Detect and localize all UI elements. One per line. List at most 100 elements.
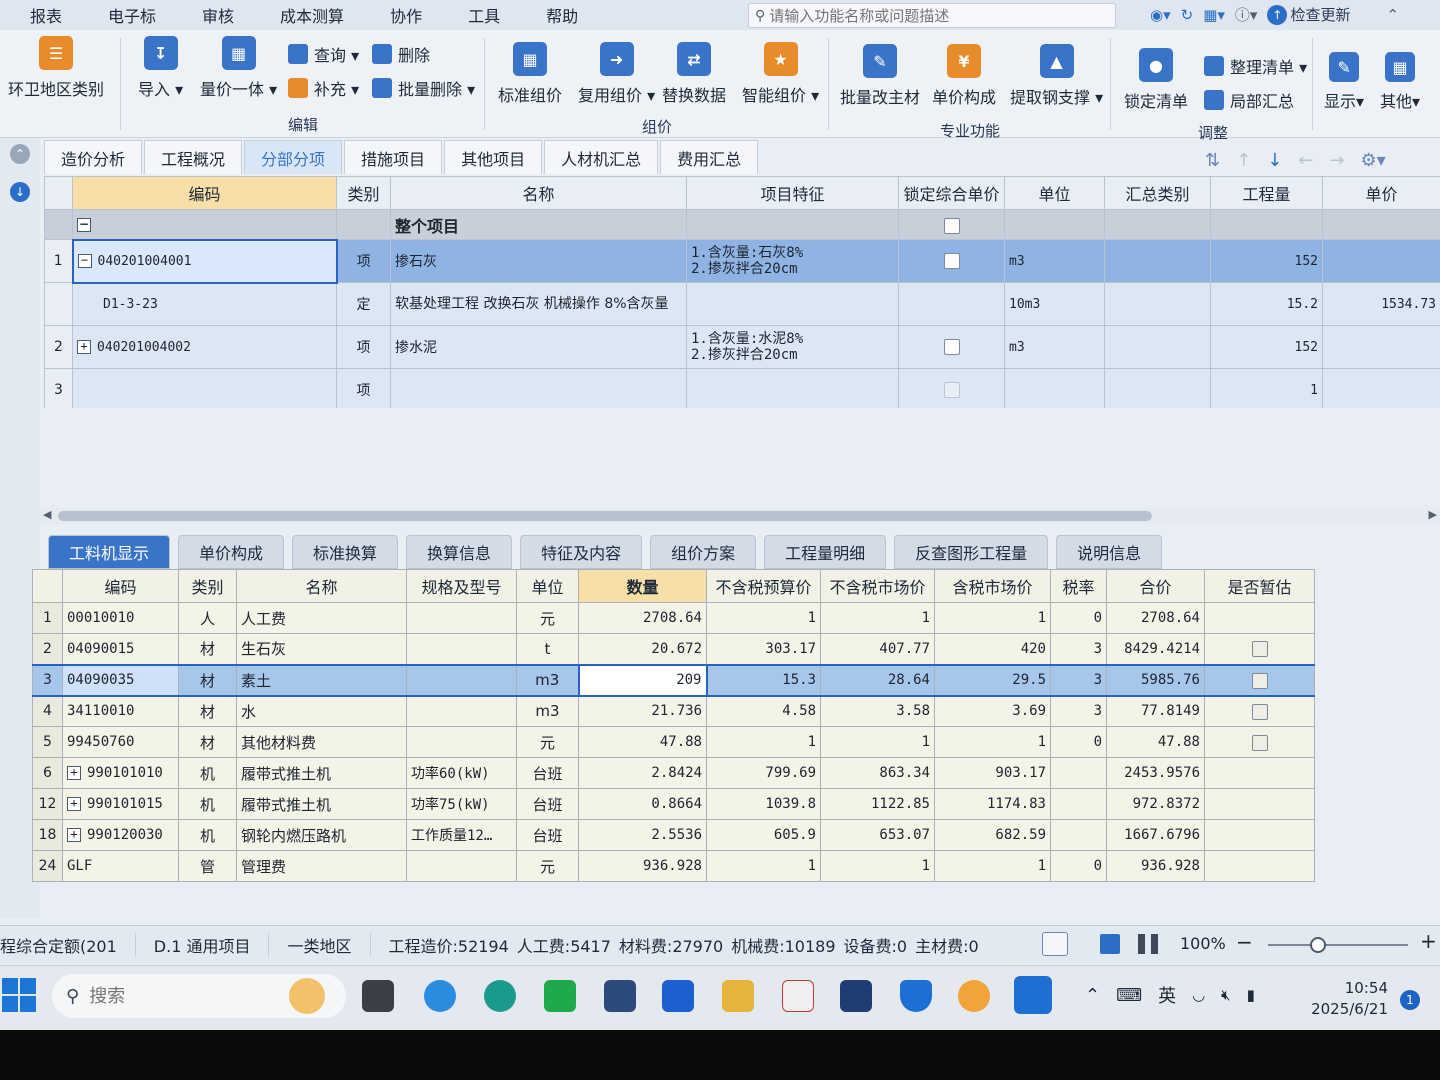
provisional-checkbox-cell[interactable] (1204, 602, 1315, 634)
market-price-cell[interactable]: 1 (820, 850, 935, 882)
headset-icon[interactable]: ◉▾ (1150, 6, 1171, 24)
type-cell[interactable]: 机 (178, 757, 237, 789)
menu-item-collaborate[interactable]: 协作 (390, 3, 422, 27)
scrollbar-thumb[interactable] (58, 511, 1152, 521)
tab-features-content[interactable]: 特征及内容 (520, 535, 643, 569)
header-unit-price[interactable]: 单价 (1322, 176, 1440, 210)
query-button[interactable]: 查询 ▾ (288, 42, 359, 66)
spec-cell[interactable]: 功率60(kW) (406, 757, 517, 789)
cloud-app-icon[interactable] (958, 980, 990, 1012)
smart-price-button[interactable]: ★ 智能组价 ▾ (742, 42, 819, 106)
summary-category-cell[interactable] (1104, 325, 1211, 369)
total-cell[interactable]: 1667.6796 (1106, 819, 1205, 851)
type-cell[interactable]: 材 (178, 695, 237, 727)
taxed-price-cell[interactable]: 682.59 (934, 819, 1051, 851)
vertical-layout-icon[interactable] (1138, 934, 1158, 954)
zoom-out-icon[interactable]: − (1236, 930, 1253, 954)
supplement-button[interactable]: 补充 ▾ (288, 76, 359, 100)
taskbar-search-input[interactable] (89, 985, 250, 1007)
unit-cell[interactable]: m3 (516, 695, 579, 727)
info-icon[interactable]: ⓘ▾ (1235, 4, 1258, 25)
table-row[interactable]: 5 99450760 材其他材料费元 47.88 1 1 1 0 47.88 (32, 726, 1315, 758)
budget-price-cell[interactable]: 1 (706, 602, 821, 634)
reuse-price-button[interactable]: ➜ 复用组价 ▾ (578, 42, 655, 106)
provisional-checkbox-cell[interactable] (1204, 757, 1315, 789)
type-cell[interactable]: 项 (336, 239, 391, 283)
tax-rate-cell[interactable] (1050, 757, 1107, 789)
region-category-button[interactable]: ☰ 环卫地区类别 (8, 36, 104, 100)
table-row[interactable]: 4 34110010 材水 m3 21.736 4.58 3.58 3.69 3 77.8149 (32, 695, 1315, 727)
organize-list-button[interactable]: 整理清单 ▾ (1204, 54, 1307, 78)
checkbox-icon[interactable] (1251, 641, 1268, 658)
header-feature[interactable]: 项目特征 (686, 176, 899, 210)
table-row[interactable]: D1-3-23 定 软基处理工程 改换石灰 机械操作 8%含灰量 10m3 15… (44, 282, 1440, 326)
feature-cell[interactable]: 1.含灰量:水泥8% 2.掺灰拌合20cm (686, 325, 899, 369)
type-cell[interactable]: 项 (336, 368, 391, 408)
market-price-cell[interactable]: 28.64 (820, 663, 935, 697)
tax-rate-cell[interactable]: 3 (1050, 663, 1107, 697)
unit-cell[interactable]: t (516, 633, 579, 665)
provisional-checkbox-cell[interactable] (1204, 663, 1315, 697)
header-summary-category[interactable]: 汇总类别 (1104, 176, 1211, 210)
taxed-price-cell[interactable]: 1 (934, 726, 1051, 758)
taxed-price-cell[interactable]: 903.17 (934, 757, 1051, 789)
type-cell[interactable]: 机 (178, 819, 237, 851)
name-cell[interactable]: 履带式推土机 (236, 788, 407, 820)
market-price-cell[interactable]: 1 (820, 726, 935, 758)
header-total[interactable]: 合价 (1106, 569, 1205, 603)
header-type[interactable]: 类别 (336, 176, 391, 210)
code-cell[interactable]: +040201004002 (72, 325, 337, 369)
unit-cell[interactable]: 台班 (516, 757, 579, 789)
code-cell[interactable]: +990120030 (62, 819, 179, 851)
notification-badge[interactable]: 1 (1400, 990, 1420, 1010)
market-price-cell[interactable]: 3.58 (820, 695, 935, 727)
table-row[interactable]: 6 +990101010 机履带式推土机 功率60(kW) 台班 2.8424 799.69… (32, 757, 1315, 789)
file-explorer-icon[interactable] (722, 980, 754, 1012)
wifi-icon[interactable]: ◡ (1192, 986, 1205, 1004)
name-cell[interactable]: 钢轮内燃压路机 (236, 819, 407, 851)
layout-toggle-icon[interactable] (1042, 932, 1068, 956)
table-row[interactable]: 24 GLF 管管理费元 936.928 1 1 1 0 936.928 (32, 850, 1315, 882)
name-cell[interactable]: 人工费 (236, 602, 407, 634)
spec-cell[interactable] (406, 850, 517, 882)
name-cell[interactable]: 素土 (236, 663, 407, 697)
total-cell[interactable]: 5985.76 (1106, 663, 1205, 697)
tax-rate-cell[interactable]: 3 (1050, 695, 1107, 727)
name-cell[interactable]: 水 (236, 695, 407, 727)
unit-cell[interactable]: 台班 (516, 819, 579, 851)
lock-checkbox[interactable] (898, 239, 1005, 283)
quantity-cell[interactable]: 1 (1210, 368, 1323, 408)
summary-category-cell[interactable] (1104, 368, 1211, 408)
plus-icon[interactable]: + (67, 766, 81, 780)
taxed-price-cell[interactable]: 1 (934, 602, 1051, 634)
budget-price-cell[interactable]: 15.3 (706, 663, 821, 697)
code-cell[interactable]: D1-3-23 (72, 282, 337, 326)
taxed-price-cell[interactable]: 1 (934, 850, 1051, 882)
table-row[interactable]: 3 04090035 材素土 m3 209 15.3 28.64 29.5 3 5985.76 (32, 663, 1315, 697)
tab-measures[interactable]: 措施项目 (344, 140, 443, 174)
summary-category-cell[interactable] (1104, 282, 1211, 326)
collapse-ribbon-icon[interactable]: ⌃ (1386, 6, 1399, 24)
import-button[interactable]: ↧ 导入 ▾ (138, 36, 183, 100)
code-cell[interactable]: 34110010 (62, 695, 179, 727)
apps-icon[interactable]: ▦▾ (1203, 6, 1225, 24)
provisional-checkbox-cell[interactable] (1204, 788, 1315, 820)
header-budget-price[interactable]: 不含税预算价 (706, 569, 821, 603)
zoom-slider-track[interactable] (1268, 944, 1408, 946)
spec-cell[interactable] (406, 633, 517, 665)
header-provisional[interactable]: 是否暂估 (1204, 569, 1315, 603)
scroll-left-icon[interactable]: ◀ (43, 508, 51, 521)
horizontal-layout-icon[interactable] (1100, 934, 1120, 954)
header-quantity[interactable]: 数量 (578, 569, 707, 603)
pdf-reader-icon[interactable] (782, 980, 814, 1012)
tab-price-composition[interactable]: 单价构成 (178, 535, 285, 569)
volume-muted-icon[interactable]: 🔇︎ (1221, 986, 1230, 1004)
tax-rate-cell[interactable] (1050, 788, 1107, 820)
system-clock[interactable]: 10:54 2025/6/21 (1310, 978, 1388, 1020)
summary-category-cell[interactable] (1104, 239, 1211, 283)
type-cell[interactable]: 定 (336, 282, 391, 326)
other-button[interactable]: ▦ 其他▾ (1380, 52, 1420, 112)
batch-delete-button[interactable]: 批量删除 ▾ (372, 76, 475, 100)
table-row[interactable]: 12 +990101015 机履带式推土机 功率75(kW) 台班 0.8664 1039.… (32, 788, 1315, 820)
total-cell[interactable]: 8429.4214 (1106, 633, 1205, 665)
